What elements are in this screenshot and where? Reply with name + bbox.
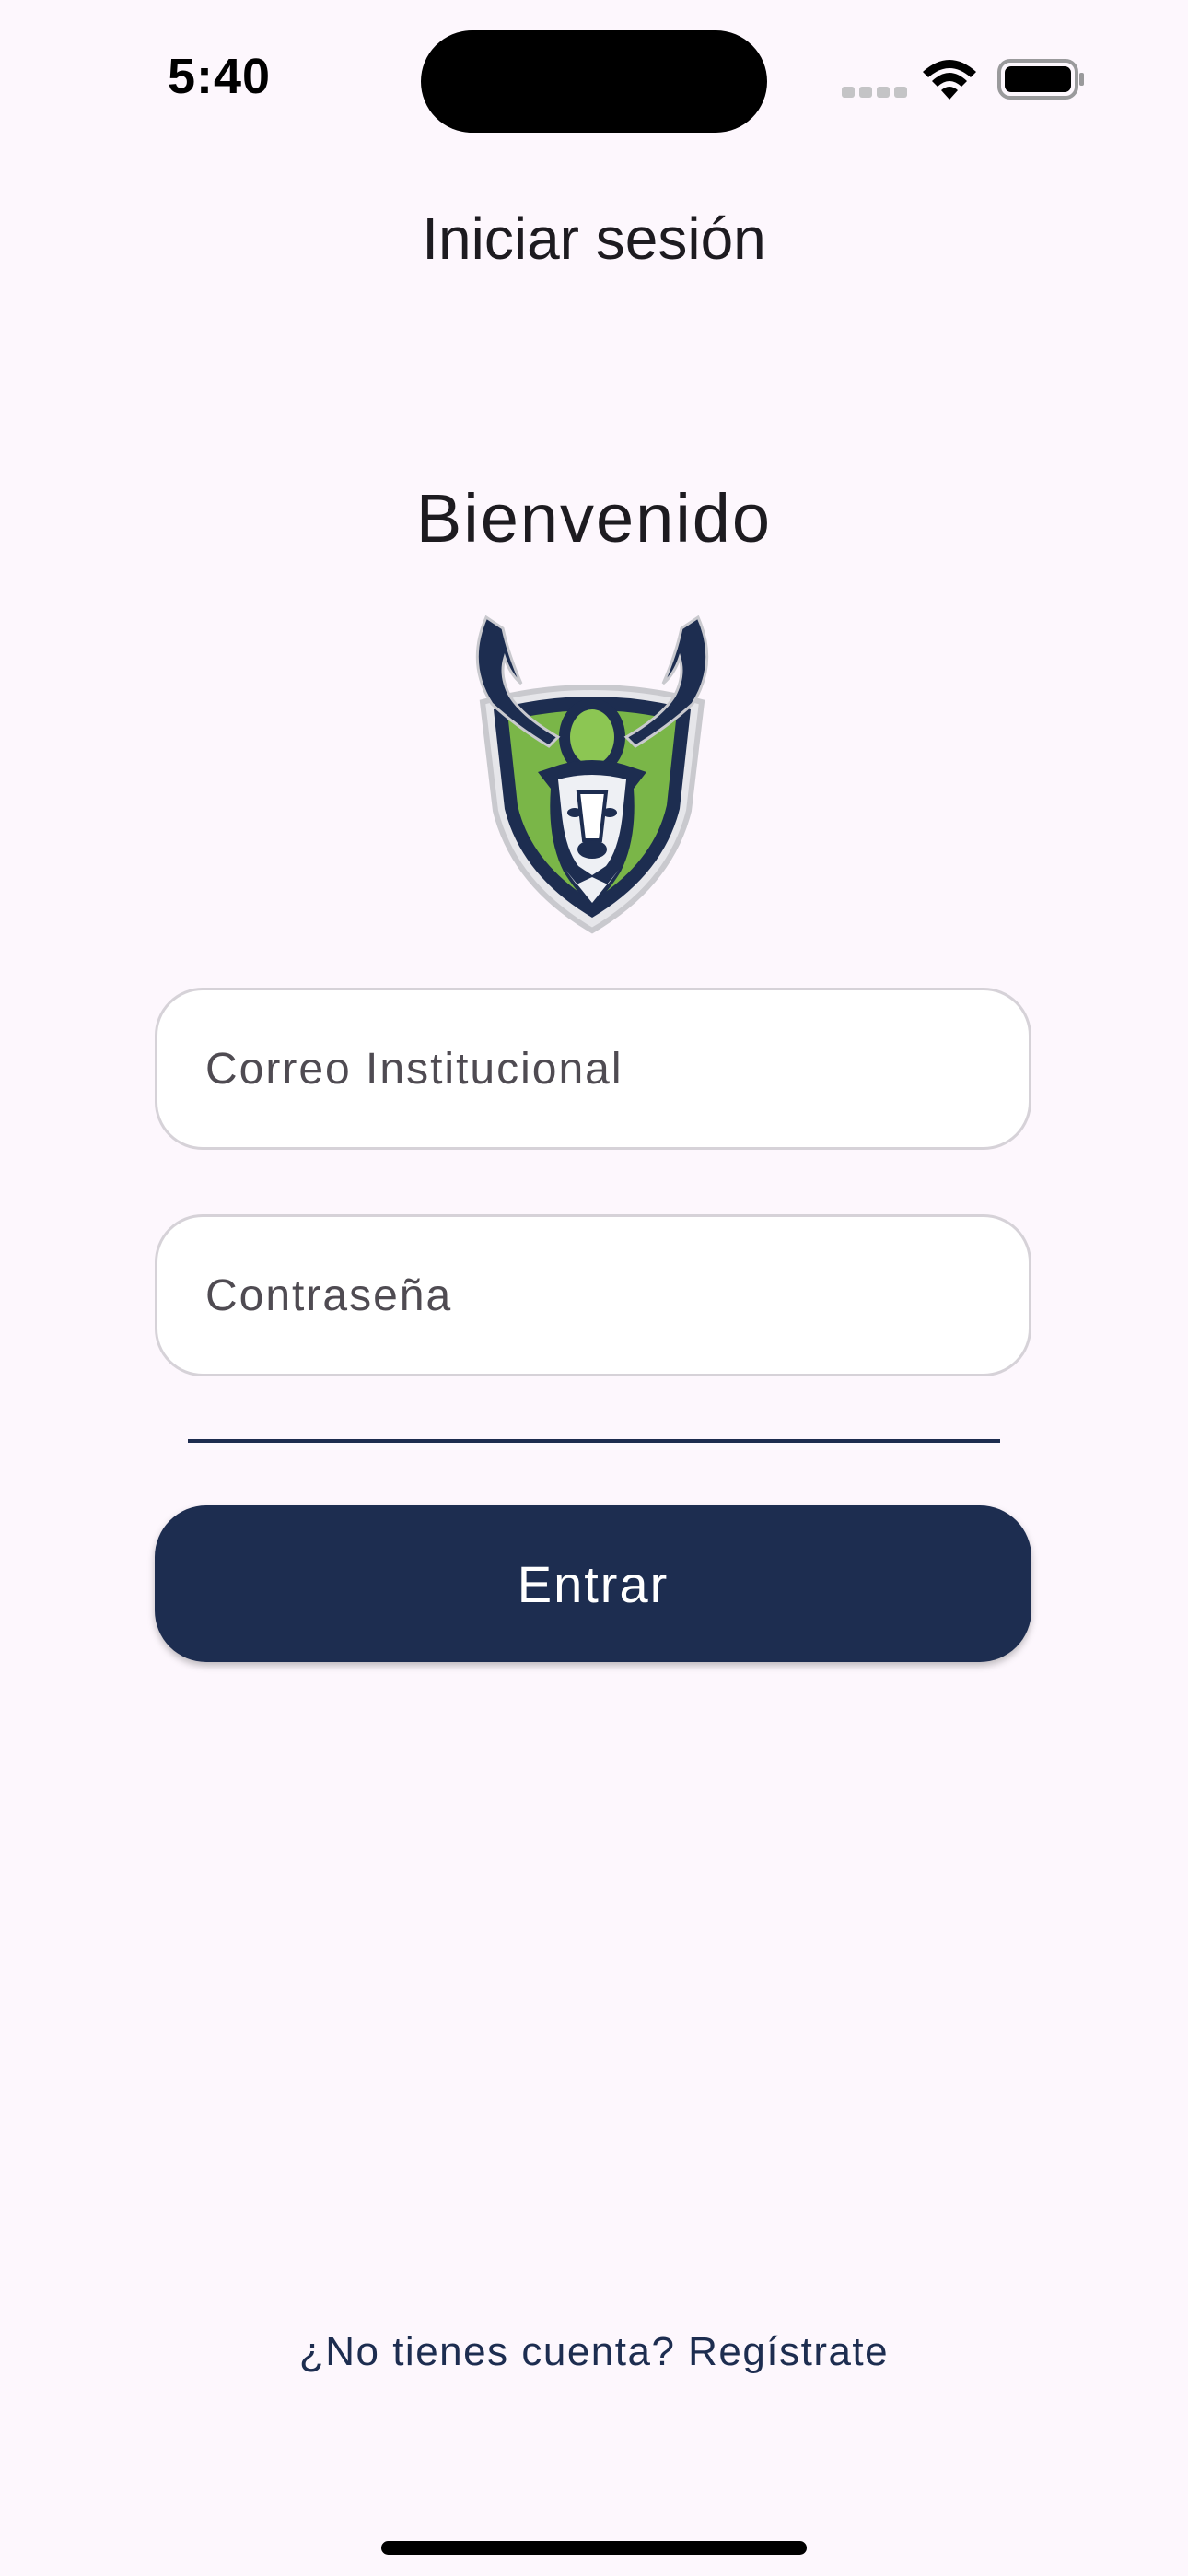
- dynamic-island: [421, 30, 767, 133]
- signal-icon: [842, 87, 907, 100]
- status-time: 5:40: [168, 49, 272, 104]
- password-input[interactable]: [205, 1217, 988, 1374]
- register-link[interactable]: ¿No tienes cuenta? Regístrate: [0, 2329, 1188, 2375]
- wifi-icon: [923, 60, 976, 100]
- battery-icon: [997, 59, 1084, 100]
- deer-shield-logo-icon: [475, 615, 709, 934]
- password-field[interactable]: [155, 1214, 1031, 1376]
- form-divider: [188, 1439, 1000, 1443]
- welcome-heading: Bienvenido: [415, 480, 773, 556]
- email-field[interactable]: [155, 988, 1031, 1150]
- login-button[interactable]: Entrar: [155, 1505, 1031, 1662]
- page-title: Iniciar sesión: [422, 205, 766, 272]
- home-indicator[interactable]: [381, 2541, 807, 2555]
- status-bar: 5:40: [0, 0, 1188, 157]
- email-input[interactable]: [205, 990, 988, 1147]
